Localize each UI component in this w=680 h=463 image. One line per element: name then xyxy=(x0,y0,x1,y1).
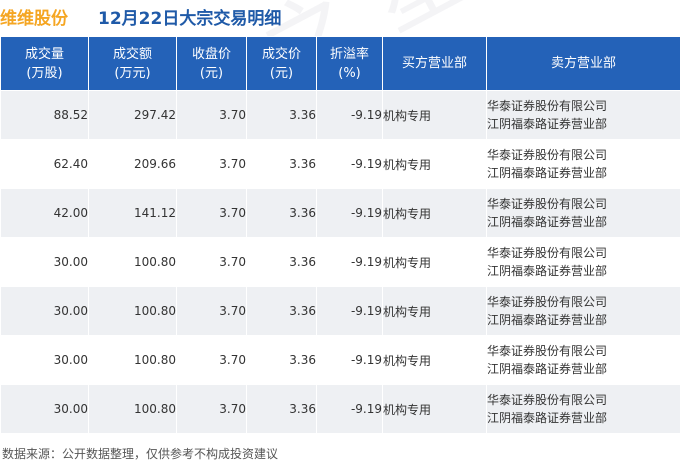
seller-line: 江阴福泰路证券营业部 xyxy=(487,411,608,425)
close-price-cell: 3.70 xyxy=(176,384,247,434)
volume-cell: 30.00 xyxy=(0,237,89,287)
column-header-line: 买方营业部 xyxy=(401,56,467,71)
trade-price-cell: 3.36 xyxy=(246,335,317,385)
trade-price-cell: 3.36 xyxy=(246,237,317,287)
seller-cell: 华泰证券股份有限公司 江阴福泰路证券营业部 xyxy=(486,188,680,238)
amount-cell: 141.12 xyxy=(88,188,177,238)
column-header-line: (元) xyxy=(269,65,294,81)
amount-cell: 100.80 xyxy=(88,384,177,434)
table-row: 42.00 141.12 3.70 3.36 -9.19 机构专用 华泰证券股份有限公司 江阴… xyxy=(0,188,680,238)
premium-rate-cell: -9.19 xyxy=(316,384,383,434)
data-source-note: 数据来源：公开数据整理，仅供参考不构成投资建议 xyxy=(2,447,279,461)
amount-cell: 297.42 xyxy=(88,90,177,140)
amount-cell: 209.66 xyxy=(88,139,177,189)
seller-cell: 华泰证券股份有限公司 江阴福泰路证券营业部 xyxy=(486,286,680,336)
table-body: 88.52 297.42 3.70 3.36 -9.19 机构专用 华泰证券股份有限公司 江阴… xyxy=(0,90,680,434)
seller-line: 华泰证券股份有限公司 xyxy=(487,393,608,407)
seller-line: 华泰证券股份有限公司 xyxy=(487,246,608,260)
column-header-line: 卖方营业部 xyxy=(550,56,616,71)
amount-cell: 100.80 xyxy=(88,237,177,287)
seller-line: 江阴福泰路证券营业部 xyxy=(487,215,608,229)
table-row: 30.00 100.80 3.70 3.36 -9.19 机构专用 华泰证券股份有限公司 江阴… xyxy=(0,335,680,385)
column-header-trade-price: 成交价 (元) xyxy=(246,36,317,91)
premium-rate-cell: -9.19 xyxy=(316,335,383,385)
premium-rate-cell: -9.19 xyxy=(316,286,383,336)
amount-cell: 100.80 xyxy=(88,335,177,385)
close-price-cell: 3.70 xyxy=(176,188,247,238)
close-price-cell: 3.70 xyxy=(176,286,247,336)
column-header-line: (%) xyxy=(338,65,361,81)
buyer-cell: 机构专用 xyxy=(382,139,487,189)
close-price-cell: 3.70 xyxy=(176,139,247,189)
column-header-line: (元) xyxy=(199,65,224,81)
close-price-cell: 3.70 xyxy=(176,90,247,140)
seller-cell: 华泰证券股份有限公司 江阴福泰路证券营业部 xyxy=(486,139,680,189)
trade-price-cell: 3.36 xyxy=(246,90,317,140)
premium-rate-cell: -9.19 xyxy=(316,237,383,287)
column-header-volume: 成交量 (万股) xyxy=(0,36,89,91)
trade-price-cell: 3.36 xyxy=(246,384,317,434)
amount-cell: 100.80 xyxy=(88,286,177,336)
column-header-line: 成交价 xyxy=(261,46,301,62)
seller-line: 华泰证券股份有限公司 xyxy=(487,99,608,113)
seller-cell: 华泰证券股份有限公司 江阴福泰路证券营业部 xyxy=(486,90,680,140)
table-row: 30.00 100.80 3.70 3.36 -9.19 机构专用 华泰证券股份有限公司 江阴… xyxy=(0,286,680,336)
column-header-seller: 卖方营业部 xyxy=(486,36,680,91)
column-header-close-price: 收盘价 (元) xyxy=(176,36,247,91)
seller-line: 江阴福泰路证券营业部 xyxy=(487,117,608,131)
block-trade-table: 成交量 (万股) 成交额 (万元) 收盘价 (元) 成交价 (元) 折溢率 (%) 买方营业部 卖方营… xyxy=(0,36,680,434)
table-row: 62.40 209.66 3.70 3.36 -9.19 机构专用 华泰证券股份有限公司 江阴… xyxy=(0,139,680,189)
table-row: 30.00 100.80 3.70 3.36 -9.19 机构专用 华泰证券股份有限公司 江阴… xyxy=(0,237,680,287)
premium-rate-cell: -9.19 xyxy=(316,90,383,140)
volume-cell: 30.00 xyxy=(0,286,89,336)
buyer-cell: 机构专用 xyxy=(382,90,487,140)
seller-line: 江阴福泰路证券营业部 xyxy=(487,166,608,180)
buyer-cell: 机构专用 xyxy=(382,237,487,287)
buyer-cell: 机构专用 xyxy=(382,335,487,385)
table-row: 88.52 297.42 3.70 3.36 -9.19 机构专用 华泰证券股份有限公司 江阴… xyxy=(0,90,680,140)
seller-line: 江阴福泰路证券营业部 xyxy=(487,362,608,376)
seller-line: 华泰证券股份有限公司 xyxy=(487,148,608,162)
seller-cell: 华泰证券股份有限公司 江阴福泰路证券营业部 xyxy=(486,237,680,287)
seller-line: 华泰证券股份有限公司 xyxy=(487,344,608,358)
column-header-amount: 成交额 (万元) xyxy=(88,36,177,91)
volume-cell: 88.52 xyxy=(0,90,89,140)
trade-price-cell: 3.36 xyxy=(246,286,317,336)
trade-price-cell: 3.36 xyxy=(246,139,317,189)
column-header-line: (万元) xyxy=(114,65,151,81)
page-title: 12月22日大宗交易明细 xyxy=(98,9,282,29)
seller-cell: 华泰证券股份有限公司 江阴福泰路证券营业部 xyxy=(486,384,680,434)
close-price-cell: 3.70 xyxy=(176,237,247,287)
seller-cell: 华泰证券股份有限公司 江阴福泰路证券营业部 xyxy=(486,335,680,385)
buyer-cell: 机构专用 xyxy=(382,384,487,434)
table-row: 30.00 100.80 3.70 3.36 -9.19 机构专用 华泰证券股份有限公司 江阴… xyxy=(0,384,680,434)
trade-price-cell: 3.36 xyxy=(246,188,317,238)
header-row: 成交量 (万股) 成交额 (万元) 收盘价 (元) 成交价 (元) 折溢率 (%) 买方营业部 卖方营… xyxy=(0,36,680,91)
seller-line: 江阴福泰路证券营业部 xyxy=(487,264,608,278)
column-header-line: 成交量 xyxy=(24,46,64,62)
close-price-cell: 3.70 xyxy=(176,335,247,385)
premium-rate-cell: -9.19 xyxy=(316,139,383,189)
volume-cell: 62.40 xyxy=(0,139,89,189)
title-bar: 维维股份 12月22日大宗交易明细 xyxy=(0,0,680,36)
volume-cell: 42.00 xyxy=(0,188,89,238)
column-header-premium-rate: 折溢率 (%) xyxy=(316,36,383,91)
buyer-cell: 机构专用 xyxy=(382,188,487,238)
column-header-line: (万股) xyxy=(26,65,63,81)
stock-name: 维维股份 xyxy=(0,9,68,29)
seller-line: 华泰证券股份有限公司 xyxy=(487,197,608,211)
premium-rate-cell: -9.19 xyxy=(316,188,383,238)
column-header-line: 收盘价 xyxy=(191,46,231,62)
buyer-cell: 机构专用 xyxy=(382,286,487,336)
column-header-line: 成交额 xyxy=(112,46,152,62)
seller-line: 华泰证券股份有限公司 xyxy=(487,295,608,309)
volume-cell: 30.00 xyxy=(0,384,89,434)
column-header-buyer: 买方营业部 xyxy=(382,36,487,91)
seller-line: 江阴福泰路证券营业部 xyxy=(487,313,608,327)
column-header-line: 折溢率 xyxy=(329,46,369,62)
volume-cell: 30.00 xyxy=(0,335,89,385)
